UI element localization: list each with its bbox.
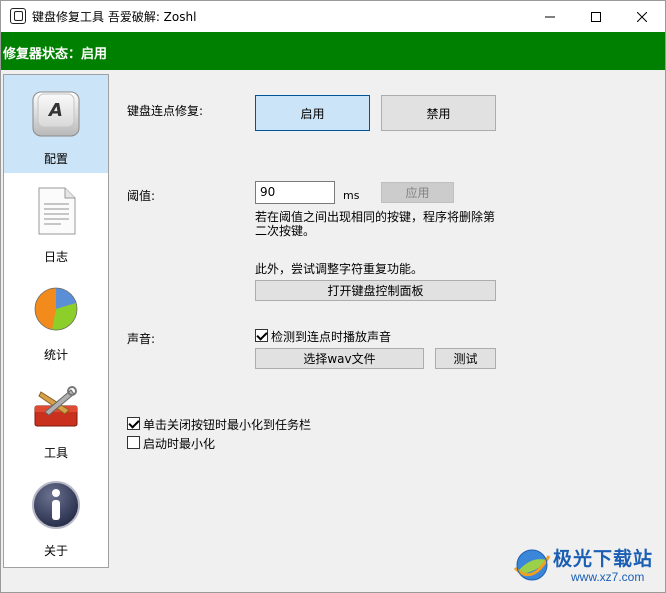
- maximize-button[interactable]: [573, 1, 619, 32]
- start-minimized-checkbox[interactable]: [127, 436, 140, 449]
- pie-chart-icon: [34, 287, 78, 331]
- apply-button[interactable]: 应用: [381, 182, 454, 203]
- threshold-unit: ms: [343, 189, 360, 202]
- close-button[interactable]: [619, 1, 665, 32]
- threshold-label: 阈值:: [127, 189, 156, 203]
- minimize-on-close-label: 单击关闭按钮时最小化到任务栏: [143, 418, 312, 432]
- disable-button[interactable]: 禁用: [381, 95, 496, 131]
- sidebar-item-about[interactable]: 关于: [4, 467, 108, 565]
- sidebar-item-label: 关于: [43, 544, 68, 558]
- sidebar-item-label: 统计: [43, 348, 68, 362]
- chatter-fix-label: 键盘连点修复:: [127, 104, 204, 118]
- app-window: 键盘修复工具 吾爱破解: Zoshl 修复器状态：启用 A 配置 日志 统计 工…: [0, 0, 666, 593]
- document-icon: [38, 187, 76, 235]
- repeat-description: 此外，尝试调整字符重复功能。: [255, 262, 424, 276]
- sidebar-item-label: 工具: [43, 446, 68, 460]
- globe-logo-icon: [513, 549, 551, 581]
- play-sound-checkbox-label: 检测到连点时播放声音: [271, 330, 392, 344]
- status-text: 修复器状态：启用: [3, 47, 108, 62]
- sidebar-item-stats[interactable]: 统计: [4, 271, 108, 369]
- sidebar-item-config[interactable]: A 配置: [4, 75, 108, 173]
- svg-text:A: A: [47, 100, 63, 121]
- choose-wav-button[interactable]: 选择wav文件: [255, 348, 424, 369]
- sound-label: 声音:: [127, 332, 156, 346]
- keyboard-key-icon: A: [32, 91, 80, 137]
- window-title: 键盘修复工具 吾爱破解: Zoshl: [32, 10, 197, 24]
- sidebar-item-tools[interactable]: 工具: [4, 369, 108, 467]
- watermark-url: www.xz7.com: [571, 570, 645, 584]
- maximize-icon: [591, 11, 601, 22]
- info-icon: [32, 481, 80, 529]
- minimize-button[interactable]: [527, 1, 573, 32]
- start-minimized-label: 启动时最小化: [143, 437, 216, 451]
- watermark-title: 极光下载站: [553, 548, 654, 570]
- threshold-input[interactable]: 90: [255, 181, 335, 204]
- test-sound-button[interactable]: 测试: [435, 348, 496, 369]
- app-icon: [10, 8, 26, 24]
- enable-button[interactable]: 启用: [255, 95, 370, 131]
- open-keyboard-panel-button[interactable]: 打开键盘控制面板: [255, 280, 496, 301]
- title-bar[interactable]: 键盘修复工具 吾爱破解: Zoshl: [1, 1, 665, 32]
- threshold-description: 若在阈值之间出现相同的按键，程序将删除第二次按键。: [255, 210, 496, 238]
- sidebar-item-label: 日志: [43, 250, 68, 264]
- minimize-icon: [545, 16, 555, 17]
- status-bar: 修复器状态：启用: [1, 32, 665, 70]
- close-icon: [637, 11, 647, 22]
- sidebar-item-label: 配置: [43, 152, 68, 166]
- sidebar-item-log[interactable]: 日志: [4, 173, 108, 271]
- minimize-on-close-checkbox[interactable]: [127, 417, 140, 430]
- play-sound-checkbox[interactable]: [255, 329, 268, 342]
- toolbox-icon: [34, 386, 78, 427]
- watermark: 极光下载站 www.xz7.com: [513, 542, 663, 590]
- sidebar: A 配置 日志 统计 工具 关于: [3, 74, 109, 568]
